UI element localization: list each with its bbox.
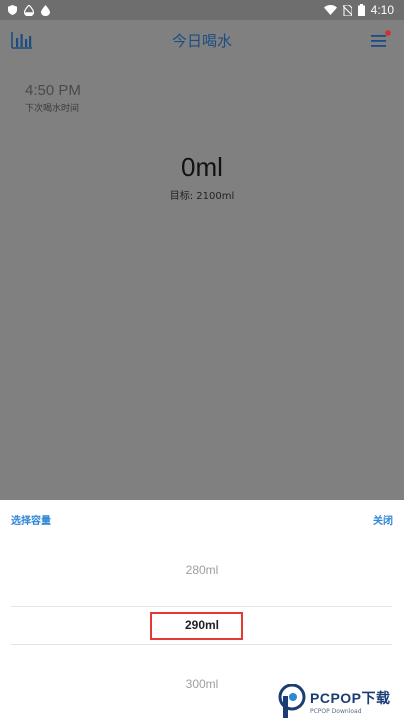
close-button[interactable]: 关闭 xyxy=(373,512,393,527)
intake-goal: 目标: 2100ml xyxy=(169,191,235,202)
selection-highlight-box xyxy=(150,612,243,640)
next-reminder-label: 下次喝水时间 xyxy=(25,104,80,114)
sheet-title: 选择容量 xyxy=(11,516,51,527)
bar-chart-icon[interactable] xyxy=(11,31,33,49)
water-drop-half-icon xyxy=(24,4,34,16)
app-bar: 今日喝水 xyxy=(0,20,404,60)
watermark: PCPOP下载 PCPOP Download xyxy=(278,684,391,718)
picker-divider-top xyxy=(11,606,392,607)
battery-icon xyxy=(357,4,365,16)
shield-icon xyxy=(8,5,17,15)
water-drop-icon xyxy=(41,4,50,16)
no-sim-icon xyxy=(342,4,352,16)
picker-option[interactable]: 280ml xyxy=(0,563,404,577)
status-left-icons xyxy=(8,4,50,16)
wifi-icon xyxy=(323,5,337,15)
page-title: 今日喝水 xyxy=(171,31,232,50)
intake-summary: 0ml 目标: 2100ml xyxy=(0,152,404,202)
notification-dot xyxy=(385,30,391,36)
menu-icon[interactable] xyxy=(370,30,392,50)
picker-divider-bottom xyxy=(11,644,392,645)
pcpop-logo-icon xyxy=(278,684,306,718)
next-reminder: 4:50 PM 下次喝水时间 xyxy=(25,82,81,114)
status-right-icons: 4:10 xyxy=(323,3,394,17)
next-reminder-time: 4:50 PM xyxy=(25,82,81,99)
intake-value: 0ml xyxy=(181,152,223,182)
status-bar: 4:10 xyxy=(0,0,404,20)
watermark-text: PCPOP下载 xyxy=(310,689,391,706)
watermark-subtext: PCPOP Download xyxy=(310,707,362,715)
status-time: 4:10 xyxy=(370,3,394,17)
